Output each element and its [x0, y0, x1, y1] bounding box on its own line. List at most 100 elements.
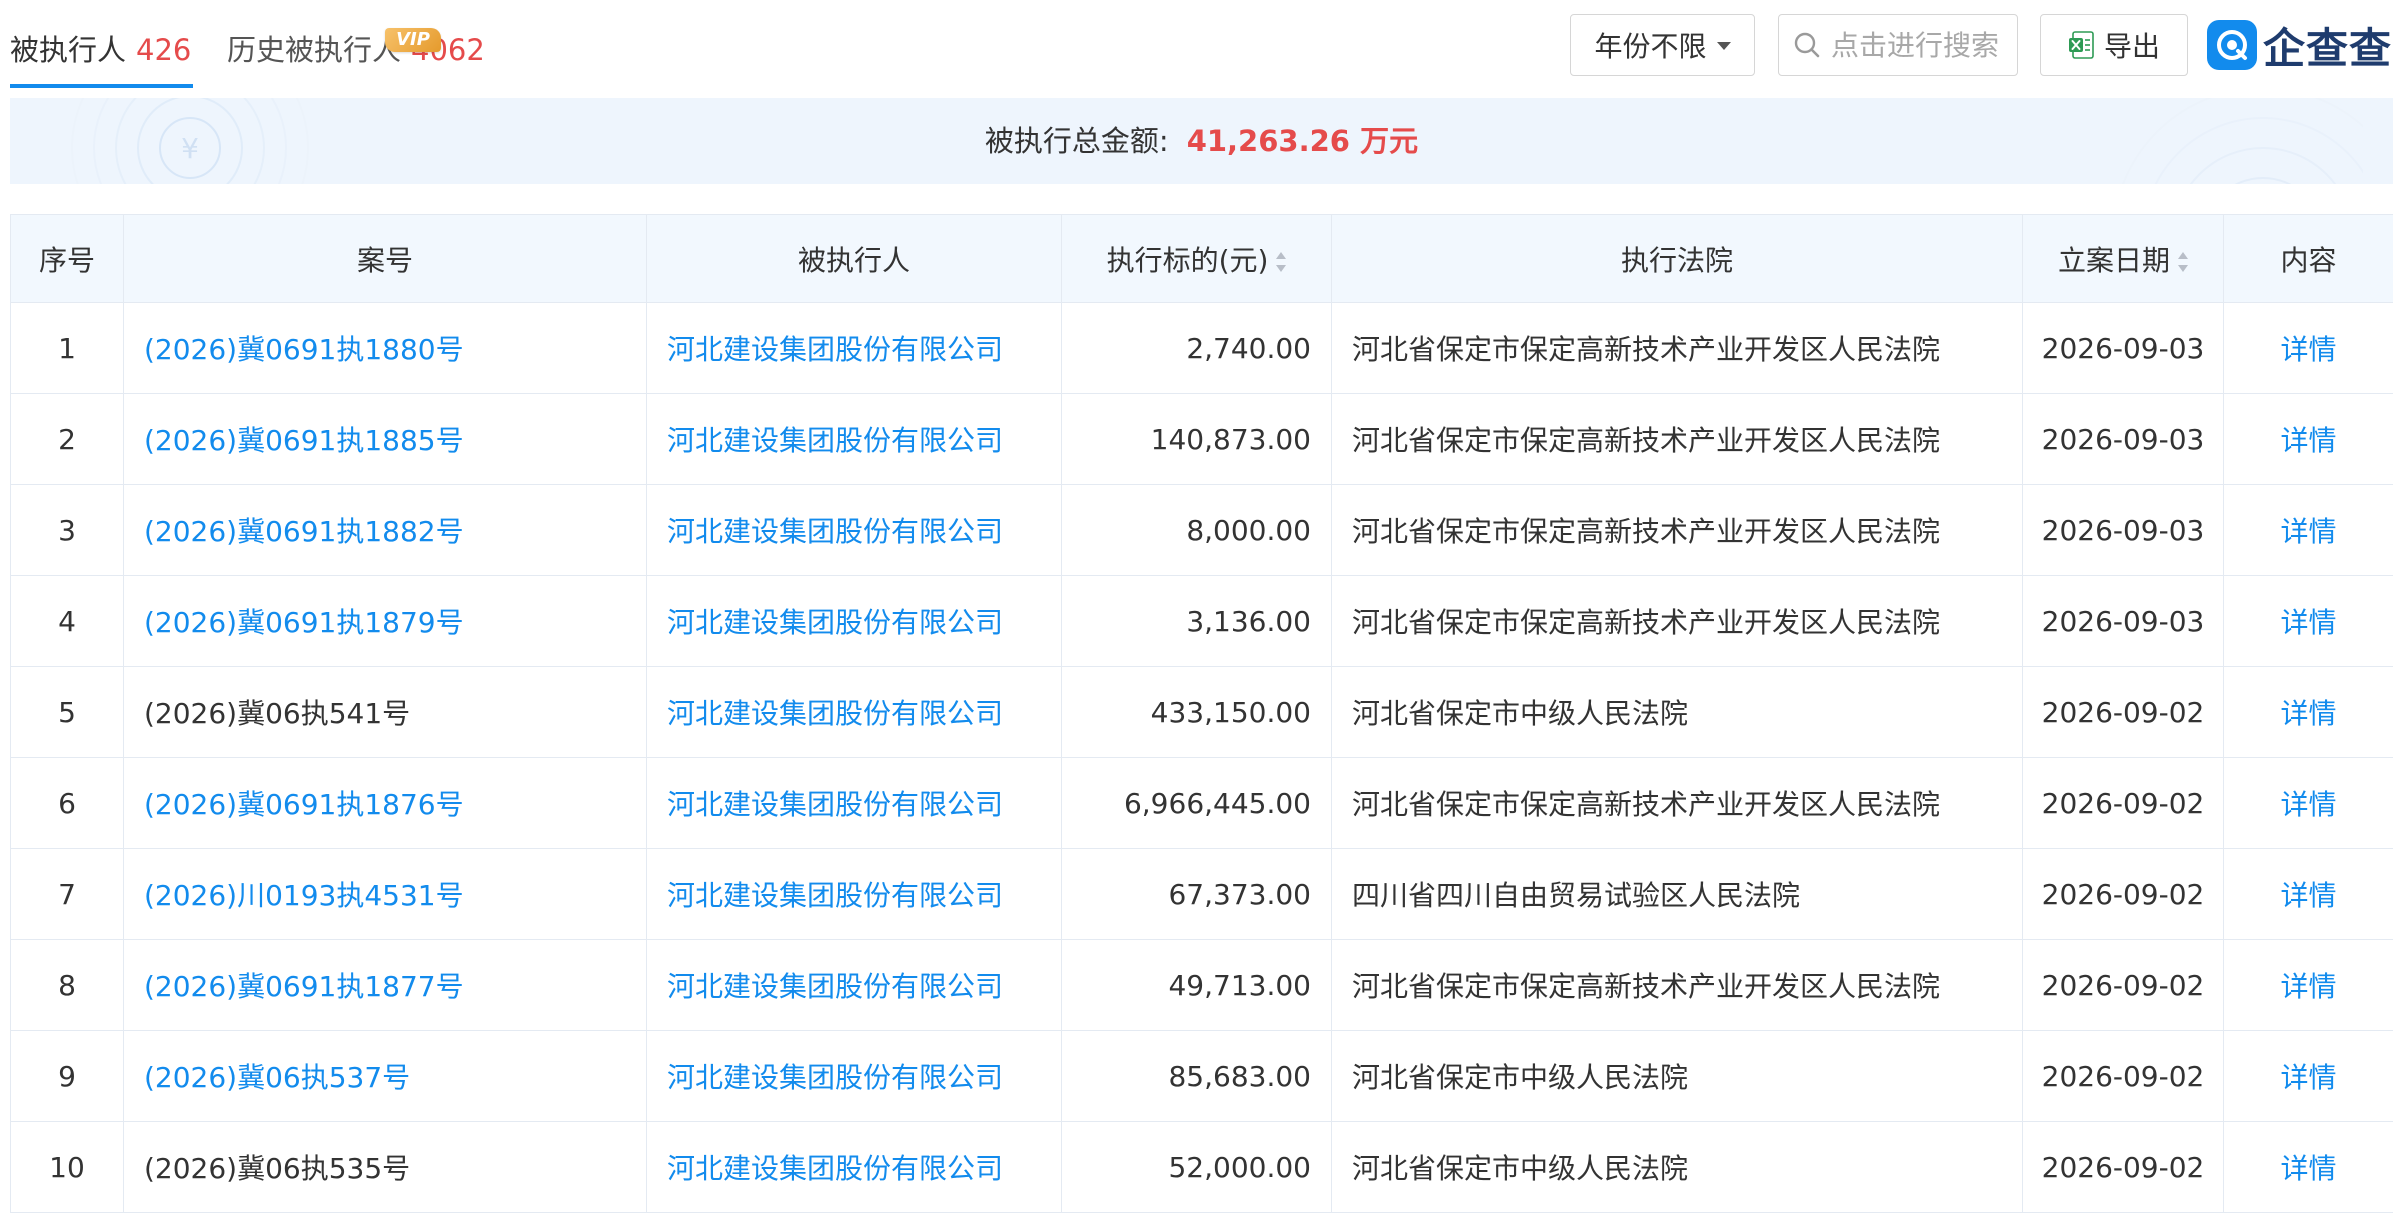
- execution-amount: 8,000.00: [1061, 484, 1332, 576]
- column-header-court: 执行法院: [1331, 214, 2023, 303]
- party-link[interactable]: 河北建设集团股份有限公司: [667, 1152, 1003, 1185]
- row-index: 4: [10, 575, 124, 667]
- party-link[interactable]: 河北建设集团股份有限公司: [667, 515, 1003, 548]
- search-input[interactable]: [1829, 27, 2013, 63]
- chevron-down-icon: [1716, 42, 1731, 50]
- vip-badge: VIP: [385, 28, 441, 52]
- execution-amount: 49,713.00: [1061, 939, 1332, 1031]
- column-header-index: 序号: [10, 214, 124, 303]
- row-index: 5: [10, 666, 124, 758]
- sort-icon[interactable]: [1276, 251, 1287, 273]
- excel-icon: [2068, 31, 2094, 59]
- court-name: 河北省保定市保定高新技术产业开发区人民法院: [1331, 575, 2023, 667]
- filing-date: 2026-09-02: [2022, 848, 2224, 940]
- brand-logo: 企查查: [2207, 16, 2392, 74]
- row-index: 3: [10, 484, 124, 576]
- detail-link[interactable]: 详情: [2280, 515, 2336, 548]
- tab-label: 历史被执行人: [227, 33, 402, 67]
- filing-date: 2026-09-02: [2022, 757, 2224, 849]
- case-number[interactable]: (2026)冀0691执1879号: [144, 606, 464, 639]
- detail-link[interactable]: 详情: [2280, 424, 2336, 457]
- execution-amount: 67,373.00: [1061, 848, 1332, 940]
- search-box[interactable]: [1778, 14, 2018, 76]
- table-row: 2 (2026)冀0691执1885号 河北建设集团股份有限公司 140,873…: [10, 393, 2393, 485]
- court-name: 河北省保定市保定高新技术产业开发区人民法院: [1331, 302, 2023, 394]
- detail-link[interactable]: 详情: [2280, 697, 2336, 730]
- column-header-case-no: 案号: [123, 214, 647, 303]
- row-index: 10: [10, 1121, 124, 1213]
- court-name: 河北省保定市保定高新技术产业开发区人民法院: [1331, 484, 2023, 576]
- brand-logo-icon: [2207, 20, 2257, 70]
- row-index: 9: [10, 1030, 124, 1122]
- column-header-amount[interactable]: 执行标的(元): [1061, 214, 1332, 303]
- party-link[interactable]: 河北建设集团股份有限公司: [667, 788, 1003, 821]
- table-row: 7 (2026)川0193执4531号 河北建设集团股份有限公司 67,373.…: [10, 848, 2393, 940]
- filing-date: 2026-09-02: [2022, 666, 2224, 758]
- search-icon: [1794, 32, 1820, 58]
- court-name: 河北省保定市保定高新技术产业开发区人民法院: [1331, 757, 2023, 849]
- export-label: 导出: [2103, 30, 2160, 63]
- summary-label: 被执行总金额:: [984, 124, 1169, 158]
- case-number[interactable]: (2026)冀0691执1876号: [144, 788, 464, 821]
- party-link[interactable]: 河北建设集团股份有限公司: [667, 333, 1003, 366]
- court-name: 河北省保定市中级人民法院: [1331, 1121, 2023, 1213]
- row-index: 8: [10, 939, 124, 1031]
- filing-date: 2026-09-03: [2022, 575, 2224, 667]
- detail-link[interactable]: 详情: [2280, 879, 2336, 912]
- party-link[interactable]: 河北建设集团股份有限公司: [667, 1061, 1003, 1094]
- execution-amount: 6,966,445.00: [1061, 757, 1332, 849]
- table-row: 6 (2026)冀0691执1876号 河北建设集团股份有限公司 6,966,4…: [10, 757, 2393, 849]
- party-link[interactable]: 河北建设集团股份有限公司: [667, 424, 1003, 457]
- case-number[interactable]: (2026)冀0691执1882号: [144, 515, 464, 548]
- detail-link[interactable]: 详情: [2280, 1061, 2336, 1094]
- party-link[interactable]: 河北建设集团股份有限公司: [667, 879, 1003, 912]
- summary-banner: ¥ 被执行总金额: 41,263.26 万元: [10, 98, 2393, 184]
- summary-amount: 41,263.26 万元: [1186, 124, 1419, 158]
- case-number[interactable]: (2026)冀06执537号: [144, 1061, 410, 1094]
- year-filter-select[interactable]: 年份不限: [1570, 14, 1755, 76]
- case-number[interactable]: (2026)冀0691执1880号: [144, 333, 464, 366]
- detail-link[interactable]: 详情: [2280, 970, 2336, 1003]
- filing-date: 2026-09-02: [2022, 939, 2224, 1031]
- tab-executed-person[interactable]: 被执行人 426: [10, 24, 194, 88]
- table-row: 10 (2026)冀06执535号 河北建设集团股份有限公司 52,000.00…: [10, 1121, 2393, 1213]
- execution-amount: 52,000.00: [1061, 1121, 1332, 1213]
- case-number[interactable]: (2026)川0193执4531号: [144, 879, 464, 912]
- case-number[interactable]: (2026)冀0691执1877号: [144, 970, 464, 1003]
- brand-name: 企查查: [2263, 23, 2393, 73]
- sort-icon[interactable]: [2178, 251, 2188, 273]
- execution-amount: 2,740.00: [1061, 302, 1332, 394]
- detail-link[interactable]: 详情: [2280, 333, 2336, 366]
- case-number: (2026)冀06执535号: [144, 1152, 411, 1185]
- table-row: 9 (2026)冀06执537号 河北建设集团股份有限公司 85,683.00 …: [10, 1030, 2393, 1122]
- tab-history-executed-person[interactable]: 历史被执行人 4062: [227, 24, 485, 84]
- case-number: (2026)冀06执541号: [144, 697, 411, 730]
- execution-amount: 140,873.00: [1061, 393, 1332, 485]
- row-index: 1: [10, 302, 124, 394]
- summary-text: 被执行总金额: 41,263.26 万元: [10, 98, 2393, 184]
- tab-label: 被执行人: [10, 33, 127, 67]
- case-number[interactable]: (2026)冀0691执1885号: [144, 424, 464, 457]
- party-link[interactable]: 河北建设集团股份有限公司: [667, 606, 1003, 639]
- column-header-party: 被执行人: [646, 214, 1062, 303]
- detail-link[interactable]: 详情: [2280, 788, 2336, 821]
- export-button[interactable]: 导出: [2040, 14, 2188, 76]
- court-name: 河北省保定市中级人民法院: [1331, 1030, 2023, 1122]
- party-link[interactable]: 河北建设集团股份有限公司: [667, 970, 1003, 1003]
- execution-amount: 433,150.00: [1061, 666, 1332, 758]
- court-name: 河北省保定市保定高新技术产业开发区人民法院: [1331, 393, 2023, 485]
- execution-amount: 85,683.00: [1061, 1030, 1332, 1122]
- detail-link[interactable]: 详情: [2280, 606, 2336, 639]
- table-row: 5 (2026)冀06执541号 河北建设集团股份有限公司 433,150.00…: [10, 666, 2393, 758]
- table-row: 8 (2026)冀0691执1877号 河北建设集团股份有限公司 49,713.…: [10, 939, 2393, 1031]
- detail-link[interactable]: 详情: [2280, 1152, 2336, 1185]
- table-row: 3 (2026)冀0691执1882号 河北建设集团股份有限公司 8,000.0…: [10, 484, 2393, 576]
- filing-date: 2026-09-03: [2022, 302, 2224, 394]
- table-row: 4 (2026)冀0691执1879号 河北建设集团股份有限公司 3,136.0…: [10, 575, 2393, 667]
- filing-date: 2026-09-02: [2022, 1030, 2224, 1122]
- year-filter-value: 年份不限: [1594, 30, 1707, 63]
- column-header-filing-date[interactable]: 立案日期: [2022, 214, 2224, 303]
- row-index: 6: [10, 757, 124, 849]
- court-name: 河北省保定市保定高新技术产业开发区人民法院: [1331, 939, 2023, 1031]
- party-link[interactable]: 河北建设集团股份有限公司: [667, 697, 1003, 730]
